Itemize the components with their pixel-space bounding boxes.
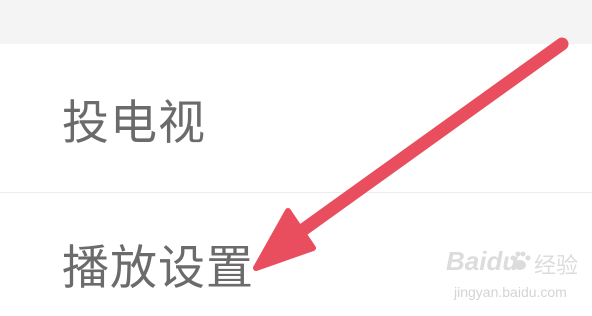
settings-menu-screen: 投电视 播放设置 Baidu 经验 jingyan.baidu.com (0, 0, 592, 316)
menu-item-playback-settings[interactable]: 播放设置 (0, 193, 592, 316)
top-gray-strip (0, 0, 592, 44)
menu-item-label: 投电视 (62, 95, 206, 151)
menu-item-cast-to-tv[interactable]: 投电视 (0, 44, 592, 192)
menu-item-label: 播放设置 (62, 241, 254, 296)
